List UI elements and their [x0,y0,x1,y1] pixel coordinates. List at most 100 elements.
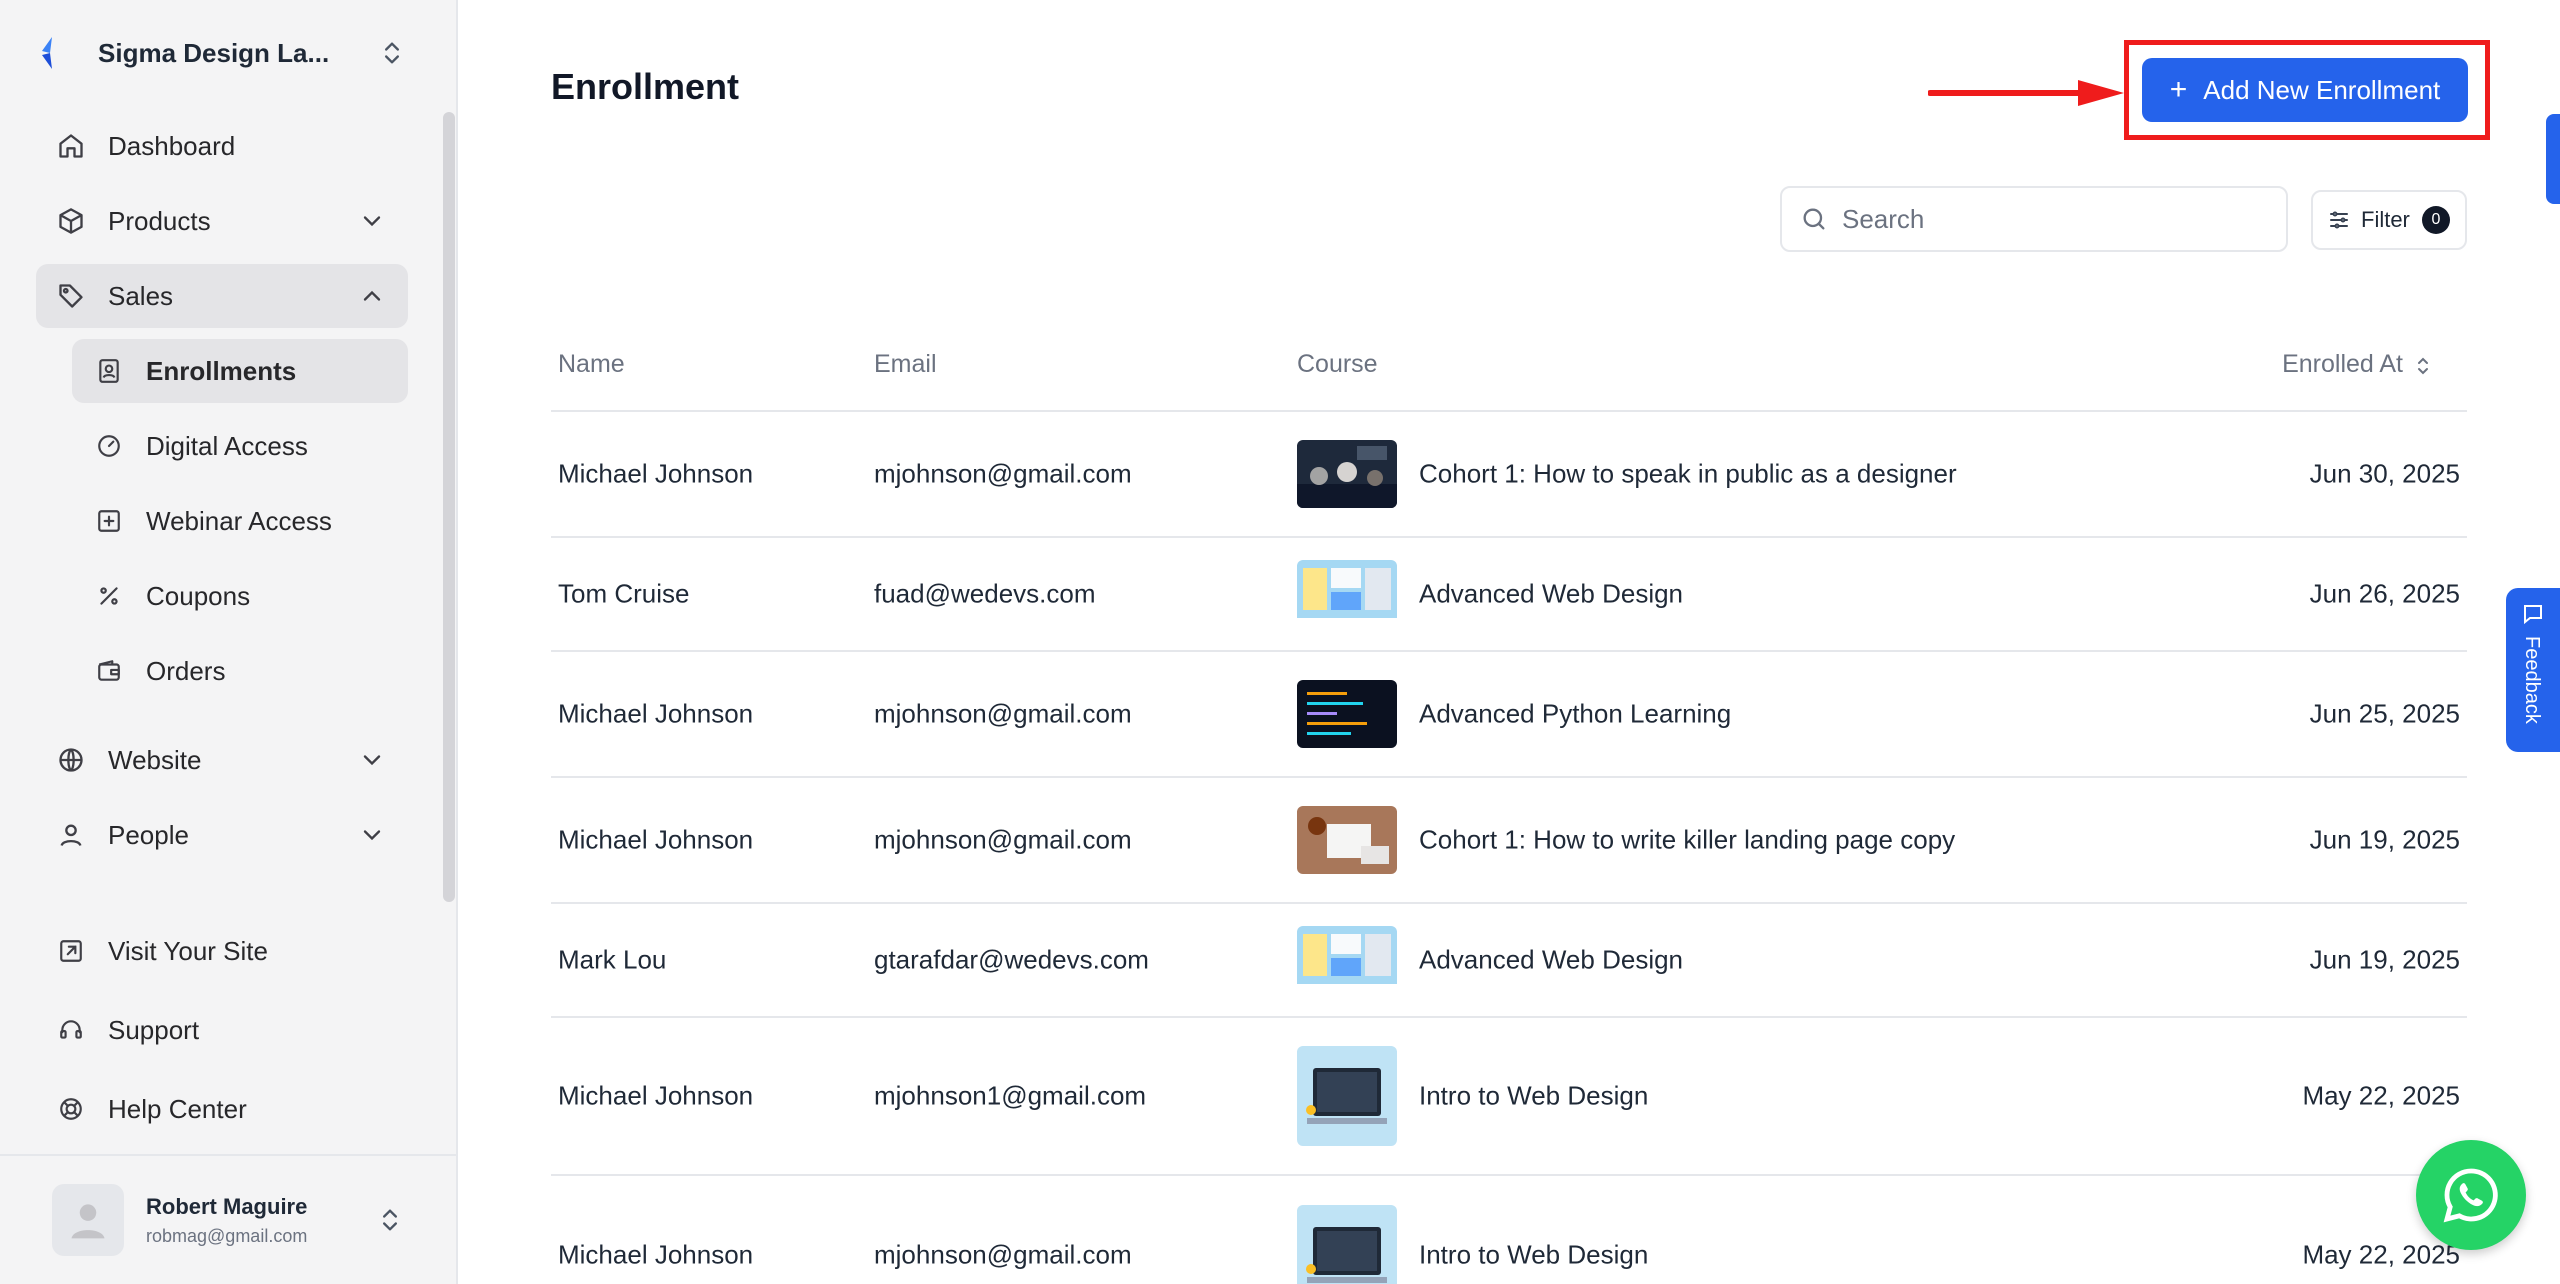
table-row[interactable]: Tom Cruise fuad@wedevs.com Advanced Web … [551,538,2467,652]
globe-icon [56,745,86,775]
row-email: mjohnson@gmail.com [874,698,1132,729]
help-center-link[interactable]: Help Center [36,1076,408,1142]
sidebar-item-orders[interactable]: Orders [72,639,408,703]
column-header-enrolled-at[interactable]: Enrolled At [2282,350,2403,379]
row-email: mjohnson@gmail.com [874,1239,1132,1270]
feedback-tab[interactable]: Feedback [2506,588,2560,752]
sidebar-item-products[interactable]: Products [36,189,408,253]
row-date: May 22, 2025 [2302,1239,2460,1270]
sidebar-nav: Dashboard Products Sales Enrollments Dig… [36,114,408,904]
row-course[interactable]: Cohort 1: How to write killer landing pa… [1419,825,1955,856]
home-icon [56,131,86,161]
column-header-email[interactable]: Email [874,350,937,379]
user-placeholder-icon [71,1204,105,1239]
row-course[interactable]: Advanced Web Design [1419,945,1683,976]
visit-site-label: Visit Your Site [108,935,268,966]
wallet-icon [94,656,124,686]
user-menu[interactable]: Robert Maguire robmag@gmail.com [0,1154,456,1284]
user-icon [56,820,86,850]
row-course[interactable]: Intro to Web Design [1419,1240,1648,1271]
chat-bubble-icon [2524,605,2542,625]
sidebar-scrollbar[interactable] [443,112,455,902]
gauge-icon [94,431,124,461]
row-course[interactable]: Advanced Python Learning [1419,699,1731,730]
chevron-down-icon [363,830,381,841]
help-center-label: Help Center [108,1093,247,1124]
brand-logo-icon [42,37,52,69]
workspace-name: Sigma Design La... [98,37,330,68]
row-email: gtarafdar@wedevs.com [874,944,1149,975]
column-header-course[interactable]: Course [1297,350,1378,379]
chevron-up-icon [363,290,381,301]
search-icon [1803,208,1825,230]
side-panel-tab[interactable] [2546,114,2560,204]
sidebar-item-sales[interactable]: Sales [36,264,408,328]
sidebar-item-label: Coupons [146,580,251,611]
visit-site-link[interactable]: Visit Your Site [36,918,408,984]
feedback-label: Feedback [2521,636,2543,724]
course-thumbnail [1297,1046,1397,1146]
row-email: fuad@wedevs.com [874,578,1096,609]
percent-icon [94,581,124,611]
row-name: Michael Johnson [558,824,754,855]
row-course[interactable]: Intro to Web Design [1419,1081,1648,1112]
support-label: Support [108,1014,200,1045]
sidebar-item-label: Enrollments [146,355,297,386]
plus-icon: + [2169,73,2188,106]
chevron-up-down-icon[interactable] [378,39,406,67]
user-name: Robert Maguire [146,1193,308,1219]
row-course[interactable]: Advanced Web Design [1419,579,1683,610]
chevron-down-icon [363,755,381,766]
row-date: Jun 30, 2025 [2309,458,2460,489]
row-name: Mark Lou [558,944,667,975]
sidebar: Sigma Design La... Dashboard Products Sa… [0,0,458,1284]
sidebar-item-label: People [108,819,189,850]
sidebar-item-people[interactable]: People [36,803,408,867]
sidebar-item-coupons[interactable]: Coupons [72,564,408,628]
row-name: Michael Johnson [558,698,754,729]
table-row[interactable]: Michael Johnson mjohnson1@gmail.com Intr… [551,1018,2467,1176]
contact-book-icon [94,356,124,386]
table-row[interactable]: Mark Lou gtarafdar@wedevs.com Advanced W… [551,904,2467,1018]
sidebar-item-digital-access[interactable]: Digital Access [72,414,408,478]
row-date: Jun 25, 2025 [2309,698,2460,729]
lifebuoy-icon [56,1094,86,1124]
chevron-down-icon [363,216,381,227]
add-new-enrollment-button[interactable]: + Add New Enrollment [2142,58,2468,122]
sidebar-item-dashboard[interactable]: Dashboard [36,114,408,178]
table-row[interactable]: Michael Johnson mjohnson@gmail.com Advan… [551,652,2467,778]
row-course[interactable]: Cohort 1: How to speak in public as a de… [1419,459,1957,490]
sidebar-item-label: Sales [108,280,174,311]
chevron-up-down-icon[interactable] [376,1206,404,1234]
row-email: mjohnson@gmail.com [874,458,1132,489]
avatar [52,1184,124,1256]
sort-icon[interactable] [2411,354,2435,378]
tag-icon [56,281,86,311]
whatsapp-icon [2443,1168,2498,1223]
workspace-switcher[interactable]: Sigma Design La... [36,28,406,78]
page-title: Enrollment [551,66,740,107]
enrollments-table: Name Email Course Enrolled At Michael Jo… [551,330,2467,1284]
table-row[interactable]: Michael Johnson mjohnson@gmail.com Intro… [551,1176,2467,1284]
add-new-enrollment-label: Add New Enrollment [2203,74,2441,105]
box-icon [56,206,86,236]
course-thumbnail [1297,680,1397,748]
table-row[interactable]: Michael Johnson mjohnson@gmail.com Cohor… [551,412,2467,538]
user-email: robmag@gmail.com [146,1225,308,1246]
sidebar-item-website[interactable]: Website [36,728,408,792]
sidebar-item-label: Webinar Access [146,505,332,536]
course-thumbnail [1297,560,1397,628]
course-thumbnail [1297,440,1397,508]
filter-button[interactable]: Filter 0 [2311,190,2467,250]
table-row[interactable]: Michael Johnson mjohnson@gmail.com Cohor… [551,778,2467,904]
whatsapp-chat-button[interactable] [2416,1140,2526,1250]
row-name: Michael Johnson [558,1080,754,1111]
sidebar-item-webinar-access[interactable]: Webinar Access [72,489,408,553]
search-input[interactable] [1842,203,2262,235]
column-header-name[interactable]: Name [558,350,625,379]
support-link[interactable]: Support [36,997,408,1063]
sidebar-item-enrollments[interactable]: Enrollments [72,339,408,403]
table-header: Name Email Course Enrolled At [551,330,2467,412]
filter-count-badge: 0 [2421,206,2450,234]
search-box[interactable] [1780,186,2288,252]
